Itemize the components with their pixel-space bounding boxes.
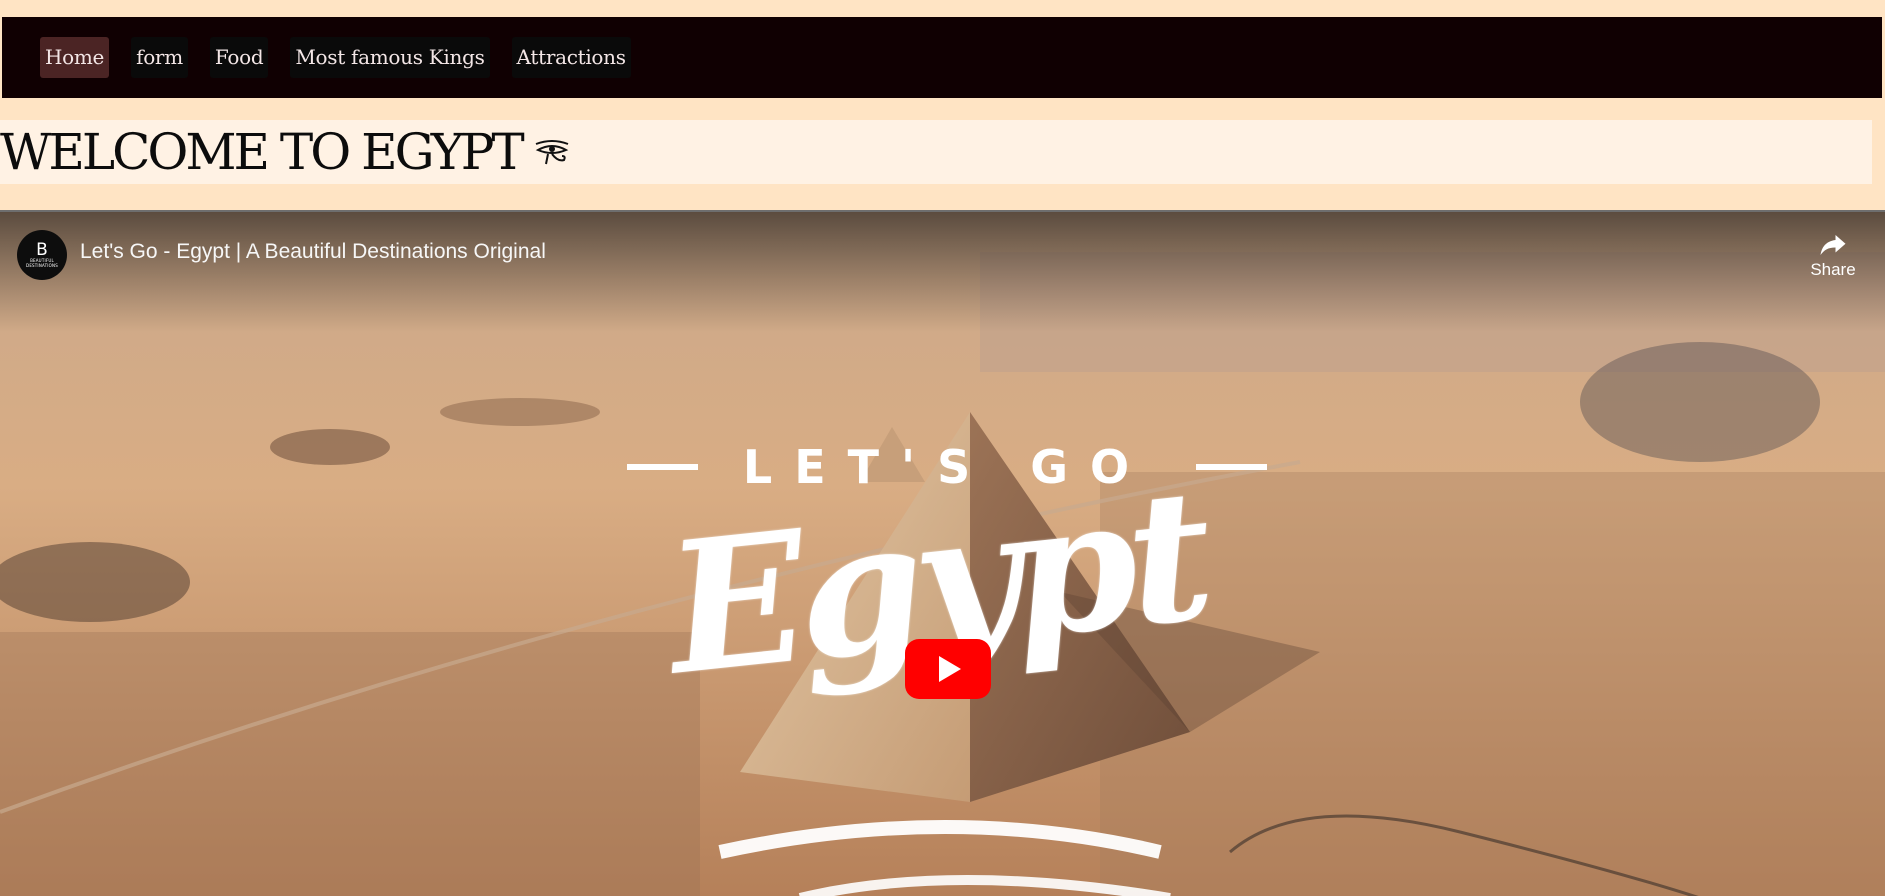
video-top-gradient <box>0 212 1885 332</box>
overlay-line-right <box>1196 464 1267 470</box>
share-button[interactable]: Share <box>1803 230 1863 280</box>
channel-avatar[interactable]: B BEAUTIFUL DESTINATIONS <box>17 230 67 280</box>
overlay-line-left <box>627 464 698 470</box>
video-embed[interactable]: B BEAUTIFUL DESTINATIONS Let's Go - Egyp… <box>0 210 1885 896</box>
channel-avatar-subtext: BEAUTIFUL DESTINATIONS <box>26 258 58 268</box>
channel-avatar-initial: B <box>36 240 48 260</box>
share-label: Share <box>1810 260 1856 279</box>
eye-of-horus-icon <box>535 140 569 165</box>
nav-item-form[interactable]: form <box>131 37 188 78</box>
nav-item-attractions[interactable]: Attractions <box>511 37 631 78</box>
page: Home form Food Most famous Kings Attract… <box>0 0 1885 896</box>
main-navbar: Home form Food Most famous Kings Attract… <box>2 17 1882 98</box>
nav-item-kings[interactable]: Most famous Kings <box>290 37 490 78</box>
share-arrow-icon <box>1820 235 1846 255</box>
nav-item-home[interactable]: Home <box>40 37 110 78</box>
page-title: WELCOME TO EGYPT <box>0 123 525 181</box>
welcome-banner: WELCOME TO EGYPT <box>0 120 1872 184</box>
nav-item-food[interactable]: Food <box>209 37 269 78</box>
video-title[interactable]: Let's Go - Egypt | A Beautiful Destinati… <box>80 240 546 264</box>
play-button[interactable] <box>905 639 991 699</box>
